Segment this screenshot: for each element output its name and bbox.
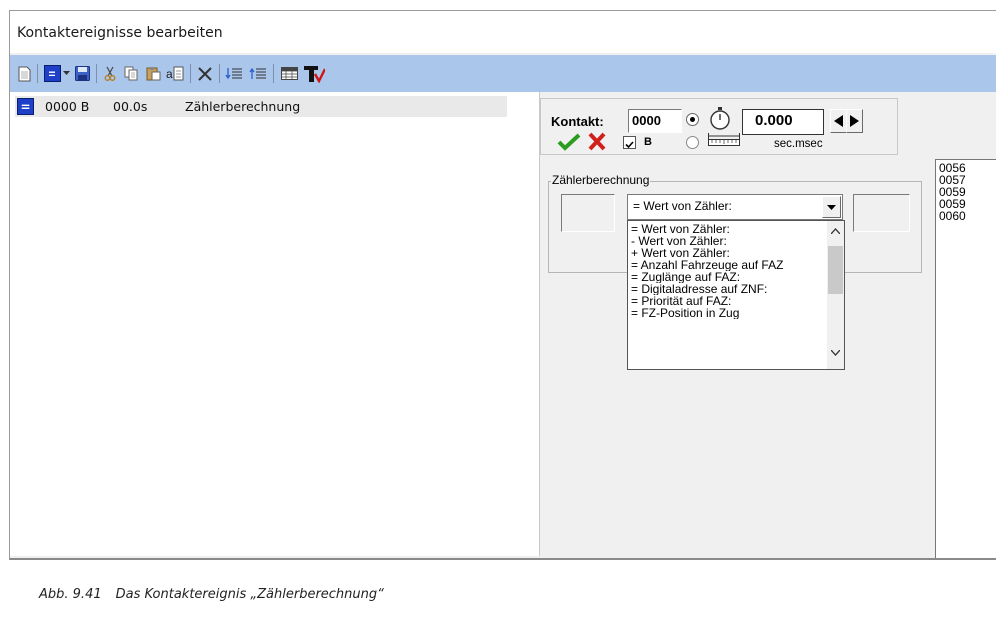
- radio-time[interactable]: [686, 136, 699, 149]
- paste-special-icon[interactable]: a: [165, 64, 185, 83]
- time-input[interactable]: 0.000: [742, 109, 824, 135]
- counter-right-field[interactable]: [853, 194, 910, 232]
- cancel-button[interactable]: [587, 132, 607, 156]
- combo-value: = Wert von Zähler:: [633, 199, 732, 213]
- editor-window: Kontaktereignisse bearbeiten = a = 0000 …: [9, 10, 996, 560]
- toolbar: = a: [10, 55, 996, 92]
- event-list-panel: = 0000 B 00.0s Zählerberechnung: [10, 92, 540, 556]
- scrollbar-thumb[interactable]: [828, 246, 843, 294]
- contact-header: Kontakt: 0000 0.000 B sec.msec: [540, 98, 898, 155]
- arrow-right-icon: [850, 115, 859, 127]
- new-document-icon[interactable]: [16, 64, 32, 83]
- option-item[interactable]: = Priorität auf FAZ:: [631, 295, 827, 307]
- time-unit-label: sec.msec: [774, 138, 823, 150]
- copy-icon[interactable]: [122, 64, 140, 83]
- option-item[interactable]: = Anzahl Fahrzeuge auf FAZ: [631, 259, 827, 271]
- option-item[interactable]: - Wert von Zähler:: [631, 235, 827, 247]
- table-view-icon[interactable]: [279, 64, 299, 83]
- checkbox-check-icon: [625, 141, 634, 149]
- counter-left-field[interactable]: [561, 194, 615, 232]
- operation-combo[interactable]: = Wert von Zähler:: [627, 194, 843, 220]
- option-item[interactable]: = Zuglänge auf FAZ:: [631, 271, 827, 283]
- options-container: = Wert von Zähler: - Wert von Zähler: + …: [631, 223, 827, 319]
- list-item[interactable]: = 0000 B 00.0s Zählerberechnung: [15, 96, 507, 117]
- event-type-icon[interactable]: =: [43, 64, 61, 83]
- option-item[interactable]: + Wert von Zähler:: [631, 247, 827, 259]
- operation-dropdown-list: = Wert von Zähler: - Wert von Zähler: + …: [627, 220, 845, 370]
- option-item[interactable]: = FZ-Position in Zug: [631, 307, 827, 319]
- time-increase-button[interactable]: [846, 109, 863, 133]
- kontakt-input[interactable]: 0000: [628, 109, 682, 133]
- dropdown-scrollbar[interactable]: [827, 221, 844, 369]
- paste-icon[interactable]: [144, 64, 162, 83]
- move-down-icon[interactable]: [224, 64, 244, 83]
- caption-text: Das Kontaktereignis „Zählerberechnung“: [115, 587, 384, 602]
- move-up-icon[interactable]: [248, 64, 268, 83]
- number-list[interactable]: 0056 0057 0059 0059 0060: [935, 159, 996, 558]
- dropdown-arrow-icon[interactable]: [62, 64, 71, 83]
- time-decrease-button[interactable]: [830, 109, 847, 133]
- option-item[interactable]: = Digitaladresse auf ZNF:: [631, 283, 827, 295]
- ok-button[interactable]: [557, 133, 581, 156]
- cross-icon: [588, 132, 606, 151]
- chevron-up-icon: [831, 228, 840, 234]
- counter-event-icon: =: [17, 98, 34, 115]
- ruler-icon: [708, 132, 740, 153]
- checkmark-icon: [557, 133, 581, 151]
- b-checkbox[interactable]: [623, 136, 636, 149]
- event-type: Zählerberechnung: [185, 99, 301, 114]
- save-icon[interactable]: [73, 64, 91, 83]
- list-item[interactable]: 0060: [939, 210, 966, 222]
- radio-contact[interactable]: [686, 113, 699, 126]
- window-title: Kontaktereignisse bearbeiten: [17, 25, 223, 41]
- cut-icon[interactable]: [102, 64, 118, 83]
- text-tool-icon[interactable]: [302, 64, 326, 83]
- chevron-down-icon: [827, 204, 836, 210]
- kontakt-label: Kontakt:: [551, 114, 604, 129]
- chevron-down-icon: [831, 350, 840, 356]
- title-bar: Kontaktereignisse bearbeiten: [10, 11, 996, 53]
- figure-caption: Abb. 9.41 Das Kontaktereignis „Zählerbere…: [39, 587, 384, 602]
- caption-number: Abb. 9.41: [39, 587, 102, 602]
- combo-dropdown-button[interactable]: [822, 196, 841, 218]
- arrow-left-icon: [834, 115, 843, 127]
- event-editor-panel: Kontakt: 0000 0.000 B sec.msec Zählerber…: [540, 92, 996, 558]
- svg-text:a: a: [166, 67, 173, 81]
- option-item[interactable]: = Wert von Zähler:: [631, 223, 827, 235]
- b-label: B: [644, 136, 652, 148]
- event-time: 00.0s: [113, 99, 148, 114]
- groupbox-title: Zählerberechnung: [551, 173, 651, 187]
- event-contact: 0000 B: [45, 99, 90, 114]
- delete-icon[interactable]: [196, 64, 214, 83]
